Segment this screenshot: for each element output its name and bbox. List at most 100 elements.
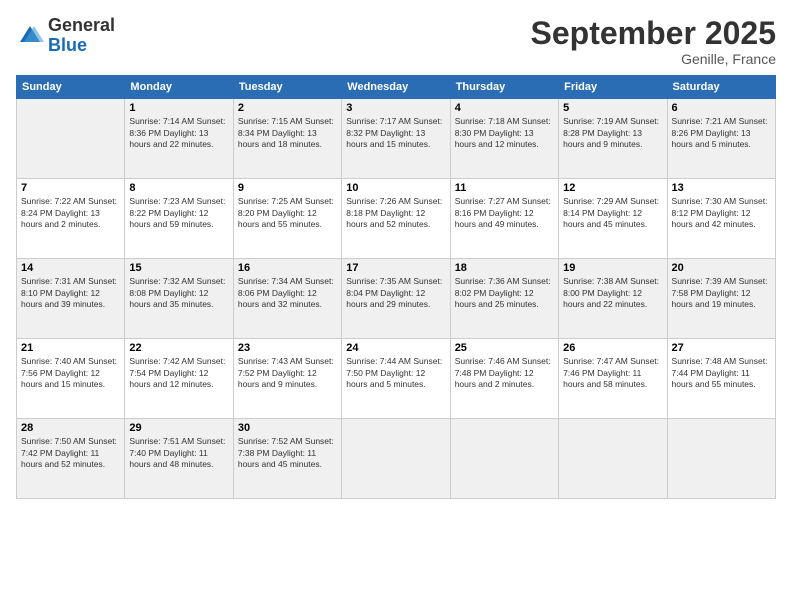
table-cell	[17, 99, 125, 179]
day-info: Sunrise: 7:52 AM Sunset: 7:38 PM Dayligh…	[238, 436, 337, 470]
logo-general-text: General	[48, 15, 115, 35]
day-info: Sunrise: 7:29 AM Sunset: 8:14 PM Dayligh…	[563, 196, 662, 230]
table-cell: 14 Sunrise: 7:31 AM Sunset: 8:10 PM Dayli…	[17, 259, 125, 339]
table-cell: 30 Sunrise: 7:52 AM Sunset: 7:38 PM Dayli…	[233, 419, 341, 499]
table-cell: 23 Sunrise: 7:43 AM Sunset: 7:52 PM Dayli…	[233, 339, 341, 419]
day-info: Sunrise: 7:26 AM Sunset: 8:18 PM Dayligh…	[346, 196, 445, 230]
day-info: Sunrise: 7:34 AM Sunset: 8:06 PM Dayligh…	[238, 276, 337, 310]
col-thursday: Thursday	[450, 76, 558, 99]
table-cell: 26 Sunrise: 7:47 AM Sunset: 7:46 PM Dayli…	[559, 339, 667, 419]
table-cell: 13 Sunrise: 7:30 AM Sunset: 8:12 PM Dayli…	[667, 179, 775, 259]
week-row-1: 1 Sunrise: 7:14 AM Sunset: 8:36 PM Daylig…	[17, 99, 776, 179]
day-number: 25	[455, 342, 554, 354]
day-info: Sunrise: 7:25 AM Sunset: 8:20 PM Dayligh…	[238, 196, 337, 230]
logo-blue-text: Blue	[48, 35, 87, 55]
month-title: September 2025	[531, 16, 776, 51]
week-row-2: 7 Sunrise: 7:22 AM Sunset: 8:24 PM Daylig…	[17, 179, 776, 259]
day-info: Sunrise: 7:50 AM Sunset: 7:42 PM Dayligh…	[21, 436, 120, 470]
day-info: Sunrise: 7:14 AM Sunset: 8:36 PM Dayligh…	[129, 116, 228, 150]
day-info: Sunrise: 7:30 AM Sunset: 8:12 PM Dayligh…	[672, 196, 771, 230]
day-info: Sunrise: 7:32 AM Sunset: 8:08 PM Dayligh…	[129, 276, 228, 310]
table-cell	[342, 419, 450, 499]
day-number: 6	[672, 102, 771, 114]
day-info: Sunrise: 7:47 AM Sunset: 7:46 PM Dayligh…	[563, 356, 662, 390]
day-number: 3	[346, 102, 445, 114]
day-info: Sunrise: 7:46 AM Sunset: 7:48 PM Dayligh…	[455, 356, 554, 390]
table-cell: 15Sunrise: 7:32 AM Sunset: 8:08 PM Dayli…	[125, 259, 233, 339]
table-cell: 27 Sunrise: 7:48 AM Sunset: 7:44 PM Dayli…	[667, 339, 775, 419]
day-info: Sunrise: 7:19 AM Sunset: 8:28 PM Dayligh…	[563, 116, 662, 150]
day-number: 27	[672, 342, 771, 354]
week-row-4: 21Sunrise: 7:40 AM Sunset: 7:56 PM Dayli…	[17, 339, 776, 419]
day-number: 22	[129, 342, 228, 354]
title-block: September 2025 Genille, France	[531, 16, 776, 67]
calendar-table: Sunday Monday Tuesday Wednesday Thursday…	[16, 75, 776, 499]
table-cell: 10 Sunrise: 7:26 AM Sunset: 8:18 PM Dayli…	[342, 179, 450, 259]
day-number: 12	[563, 182, 662, 194]
table-cell: 24 Sunrise: 7:44 AM Sunset: 7:50 PM Dayli…	[342, 339, 450, 419]
day-number: 13	[672, 182, 771, 194]
table-cell: 12 Sunrise: 7:29 AM Sunset: 8:14 PM Dayli…	[559, 179, 667, 259]
table-cell	[450, 419, 558, 499]
day-number: 29	[129, 422, 228, 434]
table-cell	[559, 419, 667, 499]
day-number: 19	[563, 262, 662, 274]
day-number: 11	[455, 182, 554, 194]
location-subtitle: Genille, France	[531, 51, 776, 67]
table-cell: 9 Sunrise: 7:25 AM Sunset: 8:20 PM Daylig…	[233, 179, 341, 259]
week-row-3: 14 Sunrise: 7:31 AM Sunset: 8:10 PM Dayli…	[17, 259, 776, 339]
col-wednesday: Wednesday	[342, 76, 450, 99]
day-info: Sunrise: 7:42 AM Sunset: 7:54 PM Dayligh…	[129, 356, 228, 390]
day-info: Sunrise: 7:23 AM Sunset: 8:22 PM Dayligh…	[129, 196, 228, 230]
day-info: Sunrise: 7:22 AM Sunset: 8:24 PM Dayligh…	[21, 196, 120, 230]
header: General Blue September 2025 Genille, Fra…	[16, 16, 776, 67]
table-cell: 3 Sunrise: 7:17 AM Sunset: 8:32 PM Daylig…	[342, 99, 450, 179]
day-number: 4	[455, 102, 554, 114]
table-cell: 6 Sunrise: 7:21 AM Sunset: 8:26 PM Daylig…	[667, 99, 775, 179]
table-cell: 28 Sunrise: 7:50 AM Sunset: 7:42 PM Dayli…	[17, 419, 125, 499]
day-info: Sunrise: 7:17 AM Sunset: 8:32 PM Dayligh…	[346, 116, 445, 150]
day-info: Sunrise: 7:18 AM Sunset: 8:30 PM Dayligh…	[455, 116, 554, 150]
table-cell: 11Sunrise: 7:27 AM Sunset: 8:16 PM Dayli…	[450, 179, 558, 259]
day-number: 9	[238, 182, 337, 194]
day-number: 5	[563, 102, 662, 114]
day-number: 8	[129, 182, 228, 194]
table-cell: 29 Sunrise: 7:51 AM Sunset: 7:40 PM Dayli…	[125, 419, 233, 499]
logo: General Blue	[16, 16, 115, 56]
table-cell: 8 Sunrise: 7:23 AM Sunset: 8:22 PM Daylig…	[125, 179, 233, 259]
day-number: 20	[672, 262, 771, 274]
day-number: 24	[346, 342, 445, 354]
day-number: 16	[238, 262, 337, 274]
table-cell: 1 Sunrise: 7:14 AM Sunset: 8:36 PM Daylig…	[125, 99, 233, 179]
day-number: 28	[21, 422, 120, 434]
day-number: 26	[563, 342, 662, 354]
day-info: Sunrise: 7:48 AM Sunset: 7:44 PM Dayligh…	[672, 356, 771, 390]
day-info: Sunrise: 7:31 AM Sunset: 8:10 PM Dayligh…	[21, 276, 120, 310]
day-number: 10	[346, 182, 445, 194]
day-info: Sunrise: 7:36 AM Sunset: 8:02 PM Dayligh…	[455, 276, 554, 310]
day-number: 21	[21, 342, 120, 354]
day-info: Sunrise: 7:43 AM Sunset: 7:52 PM Dayligh…	[238, 356, 337, 390]
day-info: Sunrise: 7:15 AM Sunset: 8:34 PM Dayligh…	[238, 116, 337, 150]
day-number: 23	[238, 342, 337, 354]
day-number: 1	[129, 102, 228, 114]
table-cell: 2Sunrise: 7:15 AM Sunset: 8:34 PM Daylig…	[233, 99, 341, 179]
day-info: Sunrise: 7:44 AM Sunset: 7:50 PM Dayligh…	[346, 356, 445, 390]
day-number: 30	[238, 422, 337, 434]
col-friday: Friday	[559, 76, 667, 99]
table-cell: 4 Sunrise: 7:18 AM Sunset: 8:30 PM Daylig…	[450, 99, 558, 179]
table-cell: 25 Sunrise: 7:46 AM Sunset: 7:48 PM Dayli…	[450, 339, 558, 419]
table-cell: 7 Sunrise: 7:22 AM Sunset: 8:24 PM Daylig…	[17, 179, 125, 259]
day-info: Sunrise: 7:39 AM Sunset: 7:58 PM Dayligh…	[672, 276, 771, 310]
calendar-header-row: Sunday Monday Tuesday Wednesday Thursday…	[17, 76, 776, 99]
table-cell	[667, 419, 775, 499]
day-info: Sunrise: 7:51 AM Sunset: 7:40 PM Dayligh…	[129, 436, 228, 470]
day-info: Sunrise: 7:21 AM Sunset: 8:26 PM Dayligh…	[672, 116, 771, 150]
day-number: 14	[21, 262, 120, 274]
day-info: Sunrise: 7:38 AM Sunset: 8:00 PM Dayligh…	[563, 276, 662, 310]
day-number: 7	[21, 182, 120, 194]
page: General Blue September 2025 Genille, Fra…	[0, 0, 792, 612]
col-sunday: Sunday	[17, 76, 125, 99]
day-number: 17	[346, 262, 445, 274]
logo-icon	[16, 22, 44, 50]
